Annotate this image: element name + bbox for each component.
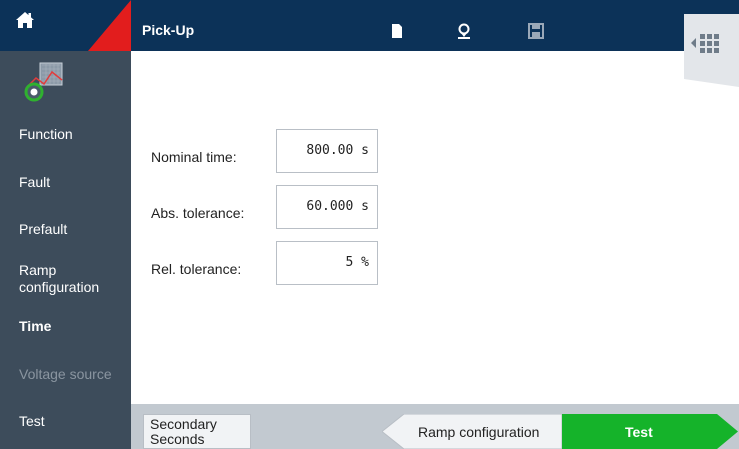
ramp-function-icon: [24, 62, 63, 102]
location-icon[interactable]: [456, 23, 472, 39]
file-icon[interactable]: [389, 23, 405, 39]
sidebar-item-ramp-configuration[interactable]: Ramp configuration: [19, 262, 127, 296]
nominal-time-value: 800.00 s: [306, 143, 369, 158]
previous-button[interactable]: Ramp configuration: [382, 414, 562, 449]
rel-tolerance-label: Rel. tolerance:: [151, 261, 242, 277]
seconds-label: Seconds: [150, 431, 205, 447]
abs-tolerance-value: 60.000 s: [306, 199, 369, 214]
sidebar: Function Fault Prefault Ramp configurati…: [0, 0, 131, 449]
next-button[interactable]: Test: [562, 414, 739, 449]
secondary-label: Secondary: [150, 416, 217, 432]
rel-tolerance-value: 5 %: [345, 255, 369, 270]
grid-icon: [691, 34, 719, 53]
home-accent: [88, 0, 131, 51]
nominal-time-field[interactable]: 800.00 s: [276, 129, 378, 173]
rel-tolerance-field[interactable]: 5 %: [276, 241, 378, 285]
abs-tolerance-label: Abs. tolerance:: [151, 205, 245, 221]
sidebar-item-test[interactable]: Test: [19, 413, 127, 430]
next-button-label: Test: [625, 424, 653, 440]
previous-button-label: Ramp configuration: [418, 424, 540, 440]
sidebar-item-voltage-source: Voltage source: [19, 366, 112, 382]
secondary-seconds-toggle[interactable]: Secondary Seconds: [143, 414, 251, 449]
side-panel-toggle[interactable]: [684, 14, 739, 87]
sidebar-item-fault[interactable]: Fault: [19, 174, 127, 191]
home-icon: [16, 12, 34, 28]
home-button[interactable]: [0, 0, 131, 51]
header-bar: Pick-Up: [131, 0, 739, 51]
sidebar-item-function[interactable]: Function: [19, 126, 127, 143]
abs-tolerance-field[interactable]: 60.000 s: [276, 185, 378, 229]
sidebar-item-prefault[interactable]: Prefault: [19, 221, 127, 238]
save-icon[interactable]: [528, 23, 544, 39]
nominal-time-label: Nominal time:: [151, 149, 237, 165]
sidebar-item-time[interactable]: Time: [19, 318, 127, 335]
page-title: Pick-Up: [142, 22, 195, 38]
